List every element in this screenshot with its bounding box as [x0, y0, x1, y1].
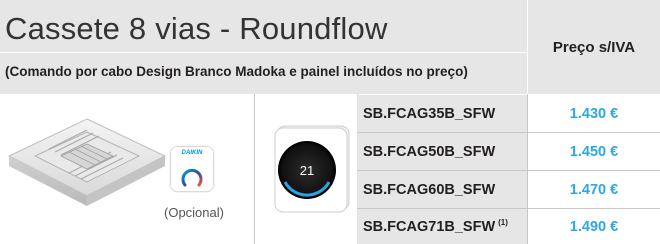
daikin-app-badge: DAIKIN [171, 147, 213, 191]
model-code: SB.FCAG71B_SFW [363, 218, 496, 235]
page-subtitle: (Comando por cabo Design Branco Madoka e… [5, 64, 468, 79]
price-cell: 1.430 € [569, 105, 619, 122]
product-image-cell [0, 94, 253, 244]
price-column-label: Preço s/IVA [552, 38, 636, 56]
price-table: Cassete 8 vias - Roundflow (Comando por … [0, 0, 660, 244]
model-code: SB.FCAG60B_SFW [363, 181, 496, 198]
table-header-product: Cassete 8 vias - Roundflow (Comando por … [0, 0, 527, 94]
table-row: SB.FCAG60B_SFW 1.470 € [357, 171, 660, 208]
price-cell: 1.490 € [569, 218, 619, 235]
model-note: (1) [498, 218, 508, 227]
price-cell: 1.450 € [569, 143, 619, 160]
cassette-unit-image [7, 118, 167, 206]
table-row: SB.FCAG50B_SFW 1.450 € [357, 133, 660, 170]
model-cell: SB.FCAG60B_SFW [357, 171, 527, 208]
daikin-onecta-icon [181, 168, 203, 187]
table-row: SB.FCAG35B_SFW 1.430 € [357, 95, 660, 132]
price-cell: 1.470 € [569, 181, 619, 198]
header-divider [0, 52, 527, 53]
model-code: SB.FCAG35B_SFW [363, 105, 496, 122]
page-title: Cassete 8 vias - Roundflow [5, 11, 388, 46]
model-cell: SB.FCAG35B_SFW [357, 95, 527, 132]
table-row: SB.FCAG71B_SFW (1) 1.490 € [357, 209, 660, 244]
madoka-controller-image: 21 [274, 125, 350, 213]
optional-label: (Opcional) [164, 205, 224, 220]
model-cell: SB.FCAG71B_SFW (1) [357, 209, 527, 244]
controller-image-cell: 21 [255, 94, 357, 244]
model-code: SB.FCAG50B_SFW [363, 143, 496, 160]
controller-display-text: 21 [300, 163, 314, 178]
table-header-price: Preço s/IVA [528, 0, 660, 94]
daikin-logo: DAIKIN [171, 147, 213, 159]
model-cell: SB.FCAG50B_SFW [357, 133, 527, 170]
